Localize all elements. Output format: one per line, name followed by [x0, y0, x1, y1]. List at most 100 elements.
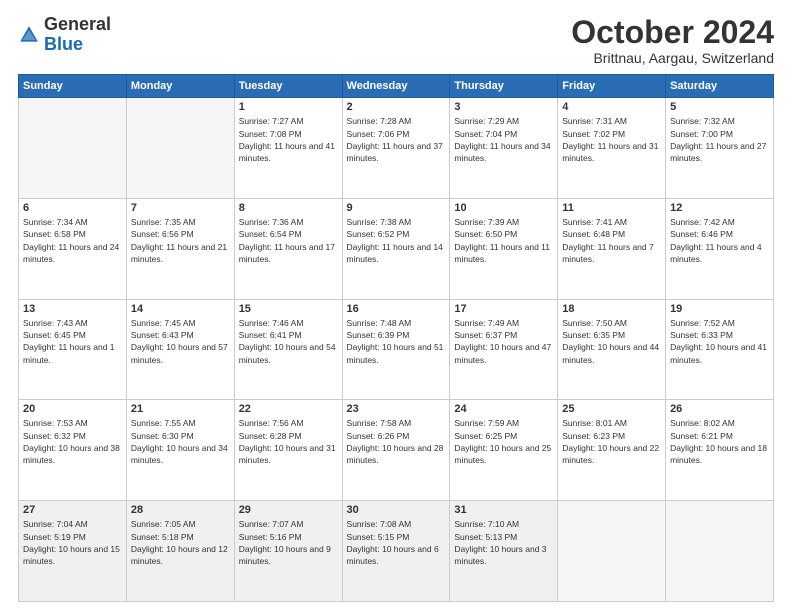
day-detail: Sunrise: 8:02 AMSunset: 6:21 PMDaylight:… — [670, 417, 769, 466]
weekday-header-tuesday: Tuesday — [234, 75, 342, 98]
calendar-table: SundayMondayTuesdayWednesdayThursdayFrid… — [18, 74, 774, 602]
calendar-cell: 19 Sunrise: 7:52 AMSunset: 6:33 PMDayligh… — [666, 299, 774, 400]
calendar-cell: 28 Sunrise: 7:05 AMSunset: 5:18 PMDayligh… — [126, 501, 234, 602]
page: General Blue October 2024 Brittnau, Aarg… — [0, 0, 792, 612]
day-detail: Sunrise: 7:38 AMSunset: 6:52 PMDaylight:… — [347, 216, 446, 265]
calendar-cell — [19, 98, 127, 199]
calendar-cell: 4 Sunrise: 7:31 AMSunset: 7:02 PMDaylight… — [558, 98, 666, 199]
weekday-header-friday: Friday — [558, 75, 666, 98]
week-row-2: 6 Sunrise: 7:34 AMSunset: 6:58 PMDaylight… — [19, 198, 774, 299]
day-detail: Sunrise: 7:32 AMSunset: 7:00 PMDaylight:… — [670, 115, 769, 164]
day-number: 2 — [347, 101, 446, 113]
day-number: 4 — [562, 101, 661, 113]
calendar-cell: 24 Sunrise: 7:59 AMSunset: 6:25 PMDayligh… — [450, 400, 558, 501]
calendar-cell: 3Sunrise: 7:29 AMSunset: 7:04 PMDaylight… — [450, 98, 558, 199]
calendar-cell: 30Sunrise: 7:08 AMSunset: 5:15 PMDayligh… — [342, 501, 450, 602]
calendar-cell: 2 Sunrise: 7:28 AMSunset: 7:06 PMDaylight… — [342, 98, 450, 199]
header: General Blue October 2024 Brittnau, Aarg… — [18, 15, 774, 66]
calendar-cell: 17Sunrise: 7:49 AMSunset: 6:37 PMDayligh… — [450, 299, 558, 400]
day-detail: Sunrise: 7:58 AMSunset: 6:26 PMDaylight:… — [347, 417, 446, 466]
day-number: 13 — [23, 303, 122, 315]
day-number: 22 — [239, 403, 338, 415]
day-number: 15 — [239, 303, 338, 315]
day-number: 19 — [670, 303, 769, 315]
week-row-4: 20 Sunrise: 7:53 AMSunset: 6:32 PMDayligh… — [19, 400, 774, 501]
calendar-cell: 31Sunrise: 7:10 AMSunset: 5:13 PMDayligh… — [450, 501, 558, 602]
day-detail: Sunrise: 7:46 AMSunset: 6:41 PMDaylight:… — [239, 317, 338, 366]
day-detail: Sunrise: 7:35 AMSunset: 6:56 PMDaylight:… — [131, 216, 230, 265]
day-number: 9 — [347, 202, 446, 214]
calendar-cell: 29 Sunrise: 7:07 AMSunset: 5:16 PMDayligh… — [234, 501, 342, 602]
weekday-header-monday: Monday — [126, 75, 234, 98]
calendar-cell — [558, 501, 666, 602]
calendar-cell: 15 Sunrise: 7:46 AMSunset: 6:41 PMDayligh… — [234, 299, 342, 400]
day-detail: Sunrise: 7:28 AMSunset: 7:06 PMDaylight:… — [347, 115, 446, 164]
day-number: 11 — [562, 202, 661, 214]
day-number: 24 — [454, 403, 553, 415]
calendar-cell: 20 Sunrise: 7:53 AMSunset: 6:32 PMDayligh… — [19, 400, 127, 501]
calendar-cell: 13Sunrise: 7:43 AMSunset: 6:45 PMDayligh… — [19, 299, 127, 400]
month-title: October 2024 — [571, 15, 774, 50]
day-number: 26 — [670, 403, 769, 415]
day-detail: Sunrise: 7:48 AMSunset: 6:39 PMDaylight:… — [347, 317, 446, 366]
day-detail: Sunrise: 8:01 AMSunset: 6:23 PMDaylight:… — [562, 417, 661, 466]
day-number: 28 — [131, 504, 230, 516]
calendar-cell: 25 Sunrise: 8:01 AMSunset: 6:23 PMDayligh… — [558, 400, 666, 501]
weekday-header-wednesday: Wednesday — [342, 75, 450, 98]
day-number: 5 — [670, 101, 769, 113]
day-number: 31 — [454, 504, 553, 516]
weekday-header-thursday: Thursday — [450, 75, 558, 98]
day-detail: Sunrise: 7:27 AMSunset: 7:08 PMDaylight:… — [239, 115, 338, 164]
day-detail: Sunrise: 7:45 AMSunset: 6:43 PMDaylight:… — [131, 317, 230, 366]
day-detail: Sunrise: 7:55 AMSunset: 6:30 PMDaylight:… — [131, 417, 230, 466]
calendar-cell: 22 Sunrise: 7:56 AMSunset: 6:28 PMDayligh… — [234, 400, 342, 501]
day-number: 23 — [347, 403, 446, 415]
title-block: October 2024 Brittnau, Aargau, Switzerla… — [571, 15, 774, 66]
calendar-cell: 6 Sunrise: 7:34 AMSunset: 6:58 PMDaylight… — [19, 198, 127, 299]
day-detail: Sunrise: 7:42 AMSunset: 6:46 PMDaylight:… — [670, 216, 769, 265]
logo-text: General Blue — [44, 15, 111, 55]
logo-icon — [18, 24, 40, 46]
calendar-cell: 7 Sunrise: 7:35 AMSunset: 6:56 PMDaylight… — [126, 198, 234, 299]
calendar-cell: 16 Sunrise: 7:48 AMSunset: 6:39 PMDayligh… — [342, 299, 450, 400]
day-number: 29 — [239, 504, 338, 516]
day-detail: Sunrise: 7:34 AMSunset: 6:58 PMDaylight:… — [23, 216, 122, 265]
calendar-cell: 18 Sunrise: 7:50 AMSunset: 6:35 PMDayligh… — [558, 299, 666, 400]
calendar-cell: 27Sunrise: 7:04 AMSunset: 5:19 PMDayligh… — [19, 501, 127, 602]
day-detail: Sunrise: 7:59 AMSunset: 6:25 PMDaylight:… — [454, 417, 553, 466]
day-number: 25 — [562, 403, 661, 415]
logo-general: General — [44, 14, 111, 34]
calendar-cell: 12 Sunrise: 7:42 AMSunset: 6:46 PMDayligh… — [666, 198, 774, 299]
day-number: 6 — [23, 202, 122, 214]
week-row-1: 1 Sunrise: 7:27 AMSunset: 7:08 PMDaylight… — [19, 98, 774, 199]
calendar-cell — [126, 98, 234, 199]
calendar-cell: 10Sunrise: 7:39 AMSunset: 6:50 PMDayligh… — [450, 198, 558, 299]
calendar-cell: 26 Sunrise: 8:02 AMSunset: 6:21 PMDayligh… — [666, 400, 774, 501]
calendar-cell — [666, 501, 774, 602]
day-number: 12 — [670, 202, 769, 214]
day-number: 18 — [562, 303, 661, 315]
day-detail: Sunrise: 7:04 AMSunset: 5:19 PMDaylight:… — [23, 518, 122, 567]
day-detail: Sunrise: 7:53 AMSunset: 6:32 PMDaylight:… — [23, 417, 122, 466]
day-detail: Sunrise: 7:50 AMSunset: 6:35 PMDaylight:… — [562, 317, 661, 366]
calendar-cell: 21 Sunrise: 7:55 AMSunset: 6:30 PMDayligh… — [126, 400, 234, 501]
day-number: 7 — [131, 202, 230, 214]
day-detail: Sunrise: 7:29 AMSunset: 7:04 PMDaylight:… — [454, 115, 553, 164]
week-row-3: 13Sunrise: 7:43 AMSunset: 6:45 PMDayligh… — [19, 299, 774, 400]
day-detail: Sunrise: 7:41 AMSunset: 6:48 PMDaylight:… — [562, 216, 661, 265]
day-number: 1 — [239, 101, 338, 113]
calendar-cell: 1 Sunrise: 7:27 AMSunset: 7:08 PMDaylight… — [234, 98, 342, 199]
day-detail: Sunrise: 7:56 AMSunset: 6:28 PMDaylight:… — [239, 417, 338, 466]
day-number: 20 — [23, 403, 122, 415]
day-number: 10 — [454, 202, 553, 214]
day-detail: Sunrise: 7:08 AMSunset: 5:15 PMDaylight:… — [347, 518, 446, 567]
calendar-cell: 11 Sunrise: 7:41 AMSunset: 6:48 PMDayligh… — [558, 198, 666, 299]
day-detail: Sunrise: 7:52 AMSunset: 6:33 PMDaylight:… — [670, 317, 769, 366]
logo: General Blue — [18, 15, 111, 55]
day-detail: Sunrise: 7:07 AMSunset: 5:16 PMDaylight:… — [239, 518, 338, 567]
day-number: 16 — [347, 303, 446, 315]
day-detail: Sunrise: 7:31 AMSunset: 7:02 PMDaylight:… — [562, 115, 661, 164]
day-number: 21 — [131, 403, 230, 415]
week-row-5: 27Sunrise: 7:04 AMSunset: 5:19 PMDayligh… — [19, 501, 774, 602]
day-detail: Sunrise: 7:05 AMSunset: 5:18 PMDaylight:… — [131, 518, 230, 567]
